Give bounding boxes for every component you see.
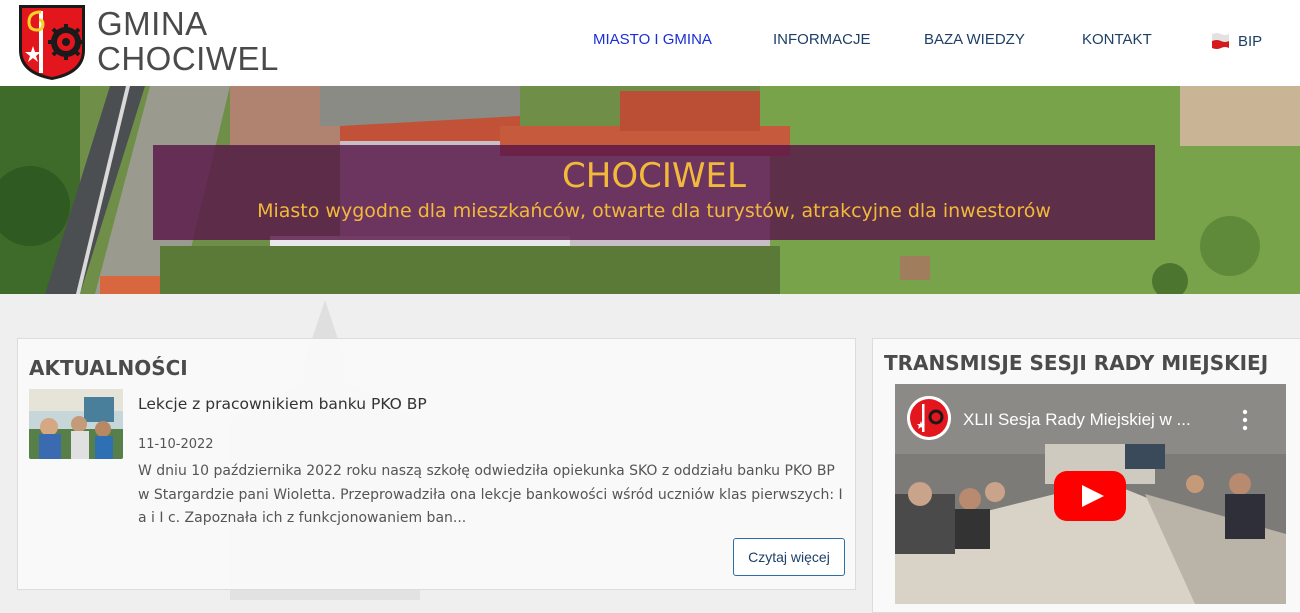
hero-subtitle: Miasto wygodne dla mieszkańców, otwarte … — [257, 200, 1051, 222]
nav-baza-wiedzy[interactable]: BAZA WIEDZY — [924, 31, 1025, 48]
news-panel: AKTUALNOŚCI Lekcje z pracownikiem banku … — [17, 338, 856, 590]
nav-bip[interactable]: BIP — [1238, 33, 1262, 50]
news-item-excerpt: W dniu 10 października 2022 roku naszą s… — [138, 463, 843, 526]
more-options-icon[interactable] — [1241, 406, 1249, 434]
council-sessions-panel: TRANSMISJE SESJI RADY MIEJSKIEJ XLII Ses… — [872, 338, 1300, 613]
nav-miasto-i-gmina[interactable]: MIASTO I GMINA — [593, 31, 712, 48]
nav-kontakt[interactable]: KONTAKT — [1082, 31, 1152, 48]
channel-avatar[interactable] — [907, 396, 951, 440]
news-thumbnail[interactable] — [29, 389, 123, 459]
news-item-title[interactable]: Lekcje z pracownikiem banku PKO BP — [138, 395, 427, 413]
read-more-button[interactable]: Czytaj więcej — [733, 538, 845, 576]
hero-title: CHOCIWEL — [562, 156, 746, 196]
session-video-player[interactable]: XLII Sesja Rady Miejskiej w ... — [895, 384, 1286, 604]
youtube-play-icon[interactable] — [1054, 471, 1126, 521]
site-header: GMINA CHOCIWEL MIASTO I GMINA INFORMACJE… — [0, 0, 1300, 86]
sessions-heading: TRANSMISJE SESJI RADY MIEJSKIEJ — [884, 351, 1269, 375]
news-item-date: 11-10-2022 — [138, 437, 214, 452]
hero-banner: CHOCIWEL Miasto wygodne dla mieszkańców,… — [0, 86, 1300, 294]
nav-informacje[interactable]: INFORMACJE — [773, 31, 871, 48]
news-heading: AKTUALNOŚCI — [29, 356, 188, 380]
bip-flag-icon[interactable] — [1211, 32, 1230, 50]
hero-caption: CHOCIWEL Miasto wygodne dla mieszkańców,… — [153, 145, 1155, 240]
video-title[interactable]: XLII Sesja Rady Miejskiej w ... — [963, 410, 1191, 430]
main-nav: MIASTO I GMINA INFORMACJE BAZA WIEDZY KO… — [0, 31, 1300, 51]
